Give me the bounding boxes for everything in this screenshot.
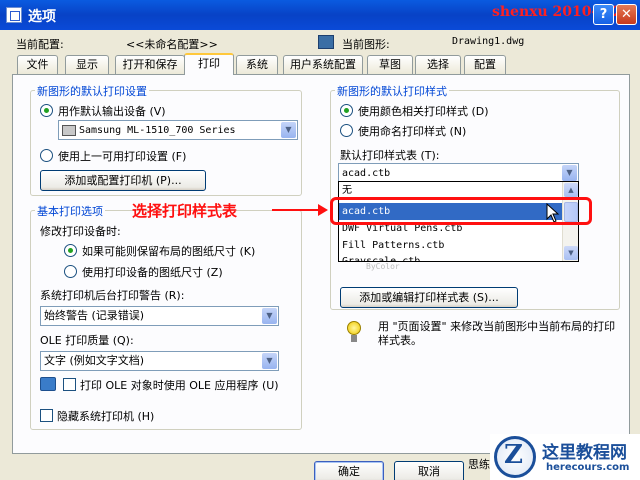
annotation-text: 选择打印样式表 [132, 202, 238, 220]
annotation-highlight-box [330, 197, 592, 225]
close-button[interactable]: ✕ [616, 4, 637, 25]
default-plot-style-title: 新图形的默认打印样式 [335, 83, 449, 99]
tab-system[interactable]: 系统 [236, 55, 278, 74]
chevron-down-icon: ▼ [281, 122, 296, 138]
default-plot-settings-title: 新图形的默认打印设置 [35, 83, 149, 99]
tab-drafting[interactable]: 草图 [367, 55, 413, 74]
default-table-label: 默认打印样式表 (T): [340, 149, 440, 162]
logo-cn-text: 这里教程网 [542, 443, 627, 463]
hide-system-printers-checkbox[interactable] [40, 409, 53, 422]
add-configure-printer-button[interactable]: 添加或配置打印机 (P)... [40, 170, 206, 191]
color-dependent-radio[interactable] [340, 104, 353, 117]
tab-plot[interactable]: 打印 [184, 53, 234, 75]
cancel-button[interactable]: 取消 [394, 461, 464, 480]
ole-icon [40, 377, 56, 391]
use-default-device-radio[interactable] [40, 104, 53, 117]
list-item[interactable]: Fill Patterns.ctb [339, 237, 563, 254]
color-dependent-label: 使用颜色相关打印样式 (D) [358, 105, 489, 118]
use-device-paper-radio[interactable] [64, 265, 77, 278]
default-table-select[interactable]: acad.ctb ▼ [338, 163, 579, 183]
keep-layout-paper-label: 如果可能则保留布局的图纸尺寸 (K) [82, 245, 256, 258]
use-last-setting-radio[interactable] [40, 149, 53, 162]
printer-select-value: Samsung ML-1510_700 Series [79, 125, 236, 136]
logo-letter: Z [504, 440, 523, 470]
use-device-paper-label: 使用打印设备的图纸尺寸 (Z) [82, 266, 223, 279]
tab-user-preferences[interactable]: 用户系统配置 [283, 55, 363, 74]
list-item[interactable]: Grayscale.ctb [339, 253, 563, 261]
named-styles-label: 使用命名打印样式 (N) [358, 125, 467, 138]
ole-app-label: 打印 OLE 对象时使用 OLE 应用程序 (U) [80, 379, 279, 392]
keep-layout-paper-radio[interactable] [64, 244, 77, 257]
printer-icon [62, 125, 76, 136]
current-drawing-value: Drawing1.dwg [452, 36, 525, 47]
lightbulb-icon [346, 321, 362, 343]
default-table-value: acad.ctb [342, 168, 391, 179]
current-config-value: <<未命名配置>> [126, 38, 218, 51]
tip-text: 用 "页面设置" 来修改当前图形中当前布局的打印样式表。 [378, 320, 616, 347]
paper-change-label: 修改打印设备时: [40, 225, 121, 238]
drawing-file-icon [318, 35, 334, 49]
ole-quality-select[interactable]: 文字 (例如文字文档) ▼ [40, 351, 279, 371]
scroll-up-icon[interactable]: ▲ [564, 183, 578, 197]
hide-system-printers-label: 隐藏系统打印机 (H) [57, 410, 155, 423]
ole-app-checkbox[interactable] [63, 378, 76, 391]
tab-open-save[interactable]: 打开和保存 [115, 55, 185, 74]
site-logo: Z 这里教程网 herecours.com [490, 434, 640, 480]
use-default-device-label: 用作默认输出设备 (V) [58, 105, 166, 118]
ole-quality-label: OLE 打印质量 (Q): [40, 334, 134, 347]
current-config-label: 当前配置: [16, 38, 64, 51]
tab-display[interactable]: 显示 [65, 55, 109, 74]
current-drawing-label: 当前图形: [342, 38, 390, 51]
partial-footer-label: 思练 [468, 458, 490, 471]
ole-quality-value: 文字 (例如文字文档) [44, 354, 145, 367]
chevron-down-icon: ▼ [262, 353, 277, 369]
spool-alert-select[interactable]: 始终警告 (记录错误) ▼ [40, 306, 279, 326]
app-icon [6, 7, 22, 23]
spool-alert-label: 系统打印机后台打印警告 (R): [40, 289, 185, 302]
list-item-obscured: ByColor [366, 262, 400, 271]
chevron-down-icon: ▼ [262, 308, 277, 324]
annotation-arrow-icon [318, 204, 328, 216]
tab-files[interactable]: 文件 [17, 55, 58, 74]
printer-select[interactable]: Samsung ML-1510_700 Series ▼ [58, 120, 298, 140]
logo-url-text: herecours.com [546, 462, 630, 473]
scroll-down-icon[interactable]: ▼ [564, 246, 578, 260]
tab-profiles[interactable]: 配置 [464, 55, 506, 74]
basic-plot-options-title: 基本打印选项 [35, 203, 105, 219]
tab-selection[interactable]: 选择 [415, 55, 461, 74]
add-edit-plot-style-button[interactable]: 添加或编辑打印样式表 (S)... [340, 287, 518, 308]
ok-button[interactable]: 确定 [314, 461, 384, 480]
use-last-setting-label: 使用上一可用打印设置 (F) [58, 150, 187, 163]
spool-alert-value: 始终警告 (记录错误) [44, 309, 145, 322]
named-styles-radio[interactable] [340, 124, 353, 137]
help-button[interactable]: ? [593, 4, 614, 25]
window-title: 选项 [28, 9, 56, 25]
annotation-arrow-line [272, 209, 322, 211]
chevron-down-icon: ▼ [562, 165, 577, 181]
title-bar: 选项 shenxu 2010-1-26 ? ✕ [0, 0, 640, 30]
